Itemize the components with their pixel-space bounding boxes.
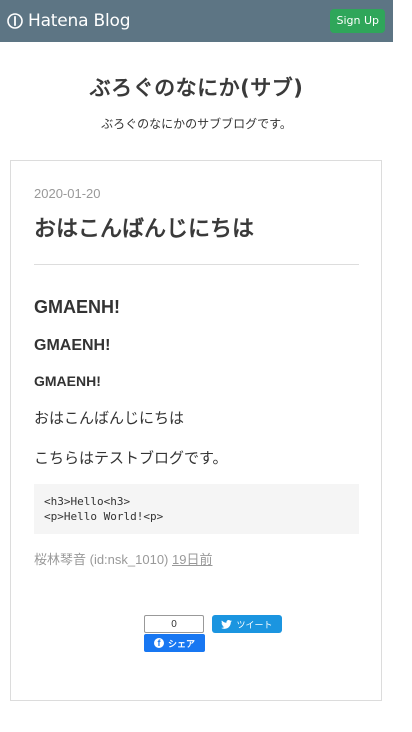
- paragraph-description: こちらはテストブログです。: [34, 449, 228, 467]
- share-buttons: 0 f シェア ツイート: [144, 615, 282, 652]
- blog-title[interactable]: ぶろぐのなにか(サブ): [0, 72, 393, 102]
- paragraph-greeting: おはこんばんじにちは: [34, 409, 185, 427]
- entry-divider: [34, 264, 359, 265]
- blog-entry-card: 2020-01-20 おはこんばんじにちは GMAENH! GMAENH! GM…: [10, 160, 382, 701]
- facebook-share-label: シェア: [167, 639, 195, 650]
- facebook-share-count: 0: [144, 615, 204, 633]
- blog-description: ぶろぐのなにかのサブブログです。: [101, 117, 292, 131]
- hatena-blog-logo-link[interactable]: Hatena Blog: [7, 11, 131, 31]
- twitter-bird-icon: [221, 619, 233, 629]
- heading-level-2: GMAENH!: [34, 297, 120, 317]
- tweet-label: ツイート: [236, 620, 273, 631]
- entry-date[interactable]: 2020-01-20: [34, 186, 101, 201]
- author-name[interactable]: 桜林琴音 (id:nsk_1010): [34, 552, 168, 567]
- tweet-button[interactable]: ツイート: [212, 615, 282, 633]
- facebook-share-button[interactable]: f シェア: [144, 634, 205, 652]
- code-block: <h3>Hello<h3> <p>Hello World!<p>: [34, 484, 359, 534]
- entry-footer: 桜林琴音 (id:nsk_1010) 19日前: [34, 549, 212, 568]
- posted-time-link[interactable]: 19日前: [172, 552, 212, 567]
- facebook-icon: f: [153, 638, 164, 648]
- hatena-blog-icon: [7, 13, 23, 29]
- entry-title[interactable]: おはこんばんじにちは: [34, 211, 254, 243]
- blog-header: ぶろぐのなにか(サブ) ぶろぐのなにかのサブブログです。: [0, 42, 393, 132]
- heading-level-4: GMAENH!: [34, 373, 101, 389]
- sign-up-button[interactable]: Sign Up: [330, 9, 385, 33]
- heading-level-3: GMAENH!: [34, 337, 111, 354]
- top-navigation-bar: Hatena Blog Sign Up: [0, 0, 393, 42]
- brand-name: Hatena Blog: [28, 11, 131, 31]
- facebook-share: 0 f シェア: [144, 615, 205, 652]
